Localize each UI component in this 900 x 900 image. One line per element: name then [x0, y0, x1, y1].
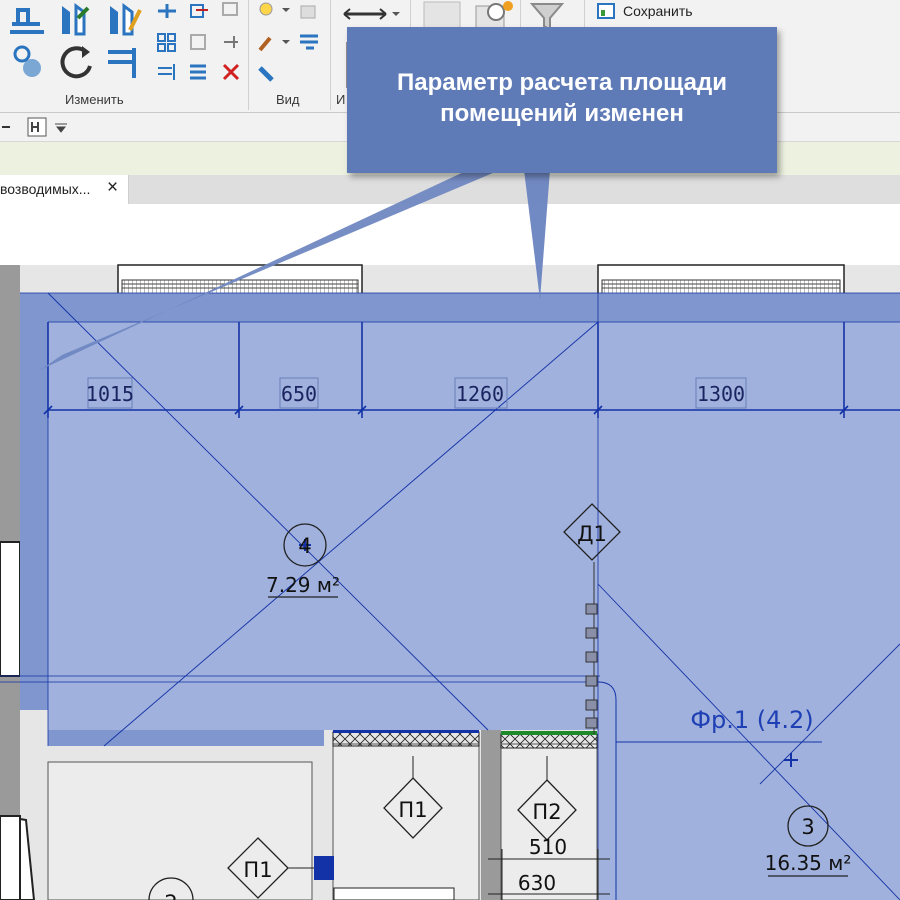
small-dimension-1: 510 [529, 835, 567, 859]
tooltip-text: Параметр расчета площади помещений измен… [347, 67, 777, 129]
close-icon[interactable]: × [107, 177, 118, 199]
room-3-fill[interactable] [598, 322, 900, 900]
room-fill-left-band [20, 293, 48, 710]
linework-icon[interactable] [256, 62, 278, 89]
chevron-down-icon[interactable] [54, 121, 68, 139]
dimension-value-4: 1300 [697, 382, 745, 406]
split-tool-button[interactable] [6, 40, 46, 85]
room-2-number: 2 [164, 891, 177, 900]
wall-edge-blue [333, 730, 479, 733]
room-4-number: 4 [298, 534, 311, 558]
wall-insulation-1 [332, 731, 480, 747]
view-tab-bar: возводимых... × [0, 175, 900, 204]
rotate-tool-button[interactable] [56, 42, 96, 87]
move-small-icon[interactable] [156, 2, 178, 25]
delete-icon[interactable] [220, 62, 242, 87]
door-threshold [333, 887, 455, 900]
panel-label-view: Вид [276, 92, 300, 107]
room-fill-top-band [20, 293, 900, 322]
panel-separator [330, 0, 331, 110]
room-3-number: 3 [801, 815, 814, 839]
view-tab[interactable]: возводимых... × [0, 175, 129, 204]
panel-separator [248, 0, 249, 110]
dimension-value-2: 650 [281, 382, 317, 406]
tooltip-line-2: помещений изменен [440, 100, 684, 127]
copy-small-icon[interactable] [188, 2, 210, 25]
array-small-icon[interactable] [156, 32, 178, 57]
view-tab-label: возводимых... [0, 181, 91, 197]
door-tag-label: Д1 [577, 522, 607, 546]
partition-tag-label-2: П2 [532, 800, 561, 824]
notification-tooltip: Параметр расчета площади помещений измен… [347, 27, 777, 173]
align-tool-button[interactable] [6, 2, 46, 43]
room-3-area: 16.35 м² [765, 851, 852, 875]
align-lines-small-icon[interactable] [188, 62, 210, 87]
pin-small-icon[interactable] [188, 32, 210, 57]
small-dimension-2: 630 [518, 871, 556, 895]
match-small-icon[interactable] [156, 62, 178, 87]
panel-label-measure: И [336, 92, 346, 107]
floor-plan[interactable]: 1015 650 1260 1300 4 7.29 м² 3 16.35 м² … [0, 204, 900, 900]
wall-edge-green [501, 731, 597, 735]
window-niche-frame [0, 541, 21, 677]
drawing-canvas[interactable]: 1015 650 1260 1300 4 7.29 м² 3 16.35 м² … [0, 204, 900, 900]
paint-brush-icon[interactable] [256, 32, 290, 59]
options-icon[interactable] [0, 117, 12, 142]
dimension-value-1: 1015 [86, 382, 134, 406]
save-label[interactable]: Сохранить [623, 3, 693, 19]
connector-icon[interactable] [26, 116, 48, 143]
filter-list-icon[interactable] [298, 32, 320, 59]
tooltip-line-1: Параметр расчета площади [397, 69, 727, 96]
window-top-right [597, 264, 845, 296]
room-fill-bottom-band [48, 730, 324, 746]
panel-label-modify: Изменить [65, 92, 124, 107]
partition-tag-label-3: П1 [243, 858, 272, 882]
bulb-icon[interactable] [256, 0, 290, 27]
room-4-area: 7.29 м² [266, 573, 340, 597]
dimension-value-3: 1260 [456, 382, 504, 406]
mirror-tool-button[interactable] [104, 0, 144, 43]
offset-tool-button[interactable] [56, 0, 96, 43]
scale-small-icon[interactable] [220, 0, 242, 23]
wall-insulation-2 [500, 733, 598, 749]
save-icon[interactable] [596, 2, 618, 25]
unpin-small-icon[interactable] [220, 32, 242, 57]
partition-wall [481, 730, 501, 900]
trim-tool-button[interactable] [104, 42, 144, 87]
partition-tag-label-1: П1 [398, 798, 427, 822]
window-niche-lower-frame [0, 815, 21, 900]
window-frame-tag[interactable]: Фр.1 (4.2) [690, 706, 813, 734]
window-top-left [117, 264, 363, 296]
door-leaf [314, 856, 334, 880]
3d-view-icon[interactable] [298, 0, 320, 27]
